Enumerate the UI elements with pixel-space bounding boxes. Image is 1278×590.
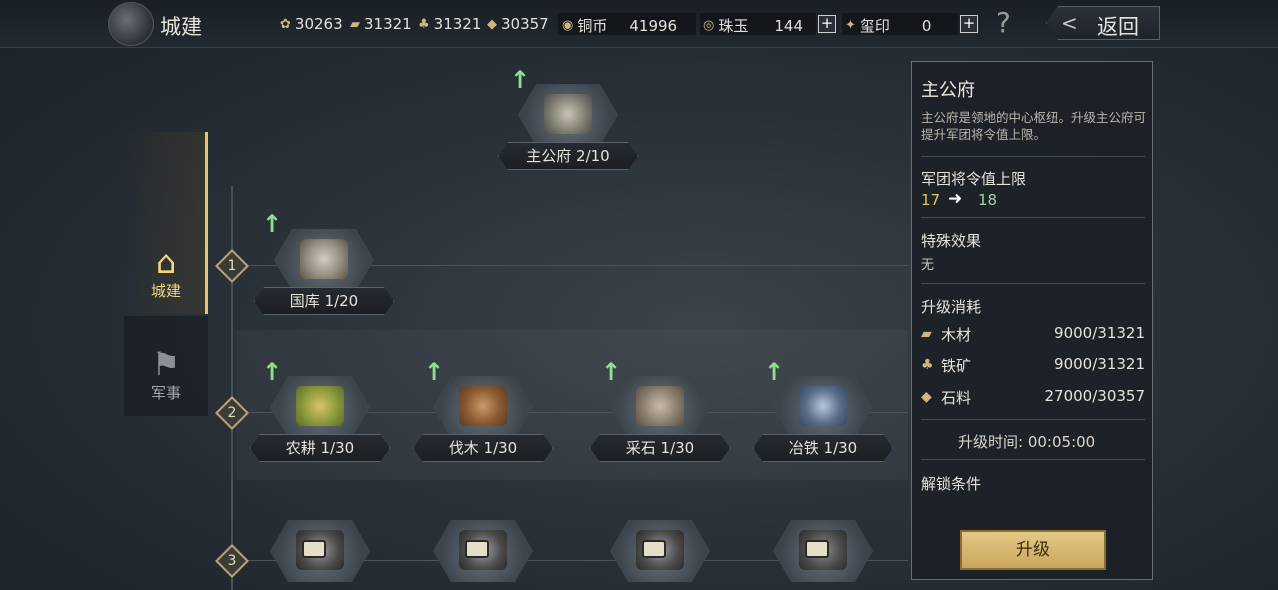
divider <box>921 459 1145 460</box>
unlock-label: 解锁条件 <box>921 475 982 493</box>
military-flag-icon: ⚑ <box>151 345 181 383</box>
farm-art <box>270 376 370 438</box>
upgrade-time: 升级时间: 00:05:00 <box>958 433 1096 451</box>
quarry-art <box>610 376 710 438</box>
stat-from: 17 <box>921 191 941 209</box>
jade-resource: ◎ 珠玉 144 <box>703 15 803 36</box>
grain-icon: ✿ <box>280 16 291 32</box>
divider <box>921 156 1145 157</box>
divider <box>921 419 1145 420</box>
locked-building-art <box>433 520 533 582</box>
tab-military-label: 军事 <box>150 384 181 402</box>
copper-label: 铜币 <box>577 17 608 35</box>
wood-resource: ▰ 31321 <box>350 15 412 33</box>
tab-military[interactable]: ⚑ 军事 <box>124 316 208 416</box>
panel-description: 主公府是领地的中心枢纽。升级主公府可提升军团将令值上限。 <box>921 110 1147 142</box>
tier-marker-3: 3 <box>215 544 249 578</box>
quarry-label: 采石 1/30 <box>590 434 730 462</box>
add-jade-button[interactable]: + <box>818 15 836 33</box>
lumber-art <box>433 376 533 438</box>
seal-label: 玺印 <box>859 17 890 35</box>
upgrade-available-icon: ↑ <box>764 358 785 386</box>
main-hall-label: 主公府 2/10 <box>498 142 638 170</box>
stone-icon: ◆ <box>921 389 932 405</box>
help-button[interactable]: ? <box>996 6 1011 39</box>
iron-resource: ♣ 31321 <box>418 15 481 33</box>
ironworks-label: 冶铁 1/30 <box>753 434 893 462</box>
treasury-label: 国库 1/20 <box>254 287 394 315</box>
cost-name: 石料 <box>941 389 972 407</box>
divider <box>921 283 1145 284</box>
page-title: 城建 <box>160 15 202 39</box>
seal-icon: ✦ <box>845 18 856 33</box>
cost-amount: 9000/31321 <box>1054 355 1145 373</box>
jade-amount: 144 <box>774 16 803 35</box>
wood-icon: ▰ <box>921 326 932 342</box>
upgrade-available-icon: ↑ <box>601 358 622 386</box>
grain-amount: 30263 <box>294 15 343 33</box>
cost-row-iron: ♣ 铁矿 9000/31321 <box>921 355 1145 377</box>
main-hall-art <box>518 84 618 146</box>
iron-icon: ♣ <box>921 357 934 373</box>
iron-amount: 31321 <box>433 15 482 33</box>
stone-icon: ◆ <box>487 16 497 32</box>
lock-icon <box>805 540 829 558</box>
arrow-right-icon: ➜ <box>948 189 963 209</box>
effect-value: 无 <box>921 258 935 273</box>
farm-label: 农耕 1/30 <box>250 434 390 462</box>
tab-city-building-label: 城建 <box>150 282 181 300</box>
wood-amount: 31321 <box>364 15 412 33</box>
ironworks-art <box>773 376 873 438</box>
tier-marker-1: 1 <box>215 249 249 283</box>
upgrade-button[interactable]: 升级 <box>960 530 1106 570</box>
cost-amount: 9000/31321 <box>1054 324 1145 342</box>
building-info-panel: 主公府 主公府是领地的中心枢纽。升级主公府可提升军团将令值上限。 军团将令值上限… <box>911 61 1153 580</box>
cost-row-wood: ▰ 木材 9000/31321 <box>921 324 1145 346</box>
locked-building-art <box>773 520 873 582</box>
tab-city-building[interactable]: ⌂ 城建 <box>124 132 208 314</box>
lock-icon <box>642 540 666 558</box>
back-button[interactable]: < 返回 <box>1046 6 1160 40</box>
back-label: 返回 <box>1097 15 1139 39</box>
stone-resource: ◆ 30357 <box>487 15 549 33</box>
treasury-art <box>274 229 374 291</box>
locked-building-art <box>270 520 370 582</box>
cost-amount: 27000/30357 <box>1044 387 1146 405</box>
jade-label: 珠玉 <box>718 17 749 35</box>
jade-icon: ◎ <box>703 18 715 33</box>
cost-label: 升级消耗 <box>921 298 982 316</box>
copper-amount: 41996 <box>629 16 678 35</box>
city-emblem-icon <box>108 2 154 46</box>
wood-icon: ▰ <box>350 16 360 32</box>
divider <box>921 217 1145 218</box>
effect-label: 特殊效果 <box>921 232 982 250</box>
upgrade-available-icon: ↑ <box>510 66 531 94</box>
stone-amount: 30357 <box>501 15 549 33</box>
cost-row-stone: ◆ 石料 27000/30357 <box>921 387 1145 409</box>
upgrade-available-icon: ↑ <box>262 210 283 238</box>
grain-resource: ✿ 30263 <box>280 15 343 33</box>
locked-building-art <box>610 520 710 582</box>
cost-name: 木材 <box>941 326 972 344</box>
panel-title: 主公府 <box>921 80 975 101</box>
upgrade-available-icon: ↑ <box>262 358 283 386</box>
stat-label: 军团将令值上限 <box>921 170 1027 188</box>
copper-coin-icon: ◉ <box>562 18 574 33</box>
lumber-label: 伐木 1/30 <box>413 434 553 462</box>
back-chevron-icon: < <box>1061 11 1078 35</box>
city-building-icon: ⌂ <box>155 243 177 281</box>
copper-resource: ◉ 铜币 41996 <box>562 15 677 36</box>
iron-icon: ♣ <box>418 16 430 32</box>
tree-spine <box>231 186 233 590</box>
lock-icon <box>302 540 326 558</box>
upgrade-available-icon: ↑ <box>424 358 445 386</box>
lock-icon <box>465 540 489 558</box>
cost-name: 铁矿 <box>941 357 972 375</box>
seal-resource: ✦ 玺印 0 <box>845 15 931 36</box>
top-bar: 城建 ✿ 30263 ▰ 31321 ♣ 31321 ◆ 30357 ◉ 铜币 … <box>0 0 1278 48</box>
seal-amount: 0 <box>921 16 932 35</box>
stat-to: 18 <box>978 191 998 209</box>
add-seal-button[interactable]: + <box>960 15 978 33</box>
